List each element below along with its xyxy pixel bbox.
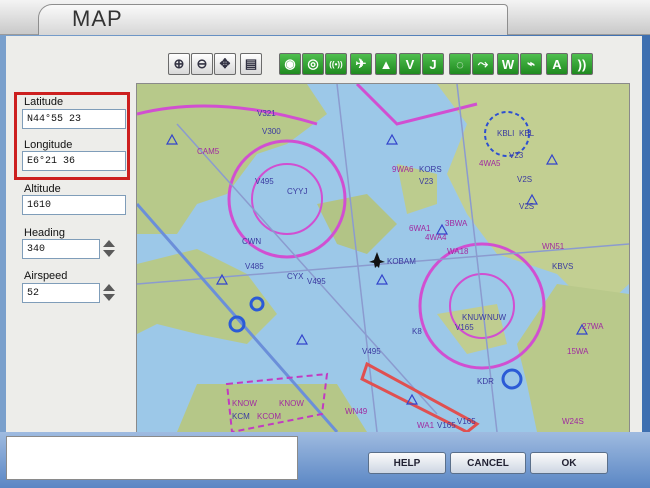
cancel-button[interactable]: CANCEL: [450, 452, 526, 474]
longitude-field[interactable]: E6°21 36: [22, 151, 126, 171]
map-canvas[interactable]: V321 V300 CAM5 V495 V23 KBLI KBL V2S V16…: [137, 84, 629, 432]
vor-icon[interactable]: ◎: [302, 53, 324, 75]
map-label: V23: [419, 177, 434, 186]
window-title: MAP: [72, 6, 123, 31]
map-label: 6WA1: [409, 224, 431, 233]
title-bar: MAP: [0, 0, 650, 35]
latitude-label: Latitude: [24, 96, 64, 108]
map-label: KDR: [477, 377, 494, 386]
map-label: KBL: [519, 129, 535, 138]
map-label: WN51: [542, 242, 565, 251]
arrow-up-icon[interactable]: [103, 240, 115, 247]
map-view[interactable]: V321 V300 CAM5 V495 V23 KBLI KBL V2S V16…: [136, 83, 630, 433]
airspeed-stepper[interactable]: [102, 283, 116, 303]
compass-icon[interactable]: ◉: [279, 53, 301, 75]
victor-airway-icon[interactable]: V: [399, 53, 421, 75]
map-label: 3BWA: [445, 219, 468, 228]
map-label: CYX: [287, 272, 304, 281]
longitude-label: Longitude: [24, 139, 73, 151]
heading-field[interactable]: 340: [22, 239, 100, 259]
terrain-icon[interactable]: ⌁: [520, 53, 542, 75]
map-window: MAP ⊕ ⊖ ✥ ▤ ◉ ◎ ((•)) ✈ ▲ V J ◌ ⤳ W ⌁ A)) Latitude N44°…: [0, 0, 650, 488]
map-label: V2S: [517, 175, 532, 184]
ndb-icon[interactable]: ((•)): [325, 53, 347, 75]
arrow-down-icon[interactable]: [103, 294, 115, 301]
map-label: W24S: [562, 417, 584, 426]
map-label: 27WA: [582, 322, 604, 331]
map-label: WA1: [417, 421, 435, 430]
map-label: V165: [437, 421, 456, 430]
map-label: 4WA5: [479, 159, 501, 168]
status-box: [6, 436, 298, 480]
map-label: V2S: [519, 202, 534, 211]
latitude-field[interactable]: N44°55 23: [22, 109, 126, 129]
radar-icon[interactable]: )): [571, 53, 593, 75]
airspeed-field[interactable]: 52: [22, 283, 100, 303]
map-label: V485: [245, 262, 264, 271]
map-label: KNUW: [462, 313, 487, 322]
route-icon[interactable]: ⤳: [472, 53, 494, 75]
map-label: KBVS: [552, 262, 573, 271]
map-label: WA18: [447, 247, 469, 256]
map-label: KNOW: [232, 399, 257, 408]
map-label: KCM: [232, 412, 250, 421]
map-label: CYYJ: [287, 187, 307, 196]
map-label: NUW: [487, 313, 507, 322]
airspace-icon[interactable]: ◌: [449, 53, 471, 75]
map-label: KBLI: [497, 129, 514, 138]
help-button[interactable]: HELP: [368, 452, 446, 474]
airport-icon[interactable]: ✈: [350, 53, 372, 75]
ok-button[interactable]: OK: [530, 452, 608, 474]
map-label: V495: [307, 277, 326, 286]
label-icon[interactable]: A: [546, 53, 568, 75]
altitude-field[interactable]: 1610: [22, 195, 126, 215]
map-label: KCOM: [257, 412, 281, 421]
map-label: V495: [362, 347, 381, 356]
map-label: KOBAM: [387, 257, 416, 266]
map-label: 4WA4: [425, 233, 447, 242]
map-label: V165: [455, 323, 474, 332]
map-label: V495: [255, 177, 274, 186]
arrow-up-icon[interactable]: [103, 284, 115, 291]
center-icon[interactable]: ✥: [214, 53, 236, 75]
waypoint-icon[interactable]: W: [497, 53, 519, 75]
map-label: V23: [509, 151, 524, 160]
map-label: V321: [257, 109, 276, 118]
map-label: KNOW: [279, 399, 304, 408]
arrow-down-icon[interactable]: [103, 250, 115, 257]
print-icon[interactable]: ▤: [240, 53, 262, 75]
map-label: V165: [457, 417, 476, 426]
map-label: CAM5: [197, 147, 220, 156]
airspeed-label: Airspeed: [24, 270, 68, 282]
heading-label: Heading: [24, 227, 65, 239]
map-label: K8: [412, 327, 422, 336]
map-label: KORS: [419, 165, 442, 174]
map-label: V300: [262, 127, 281, 136]
jet-airway-icon[interactable]: J: [422, 53, 444, 75]
triangle-icon[interactable]: ▲: [375, 53, 397, 75]
heading-stepper[interactable]: [102, 239, 116, 259]
map-label: WN49: [345, 407, 368, 416]
zoom-out-icon[interactable]: ⊖: [191, 53, 213, 75]
zoom-in-icon[interactable]: ⊕: [168, 53, 190, 75]
map-label: CWN: [242, 237, 261, 246]
map-label: 9WA6: [392, 165, 414, 174]
map-label: 15WA: [567, 347, 589, 356]
altitude-label: Altitude: [24, 183, 61, 195]
